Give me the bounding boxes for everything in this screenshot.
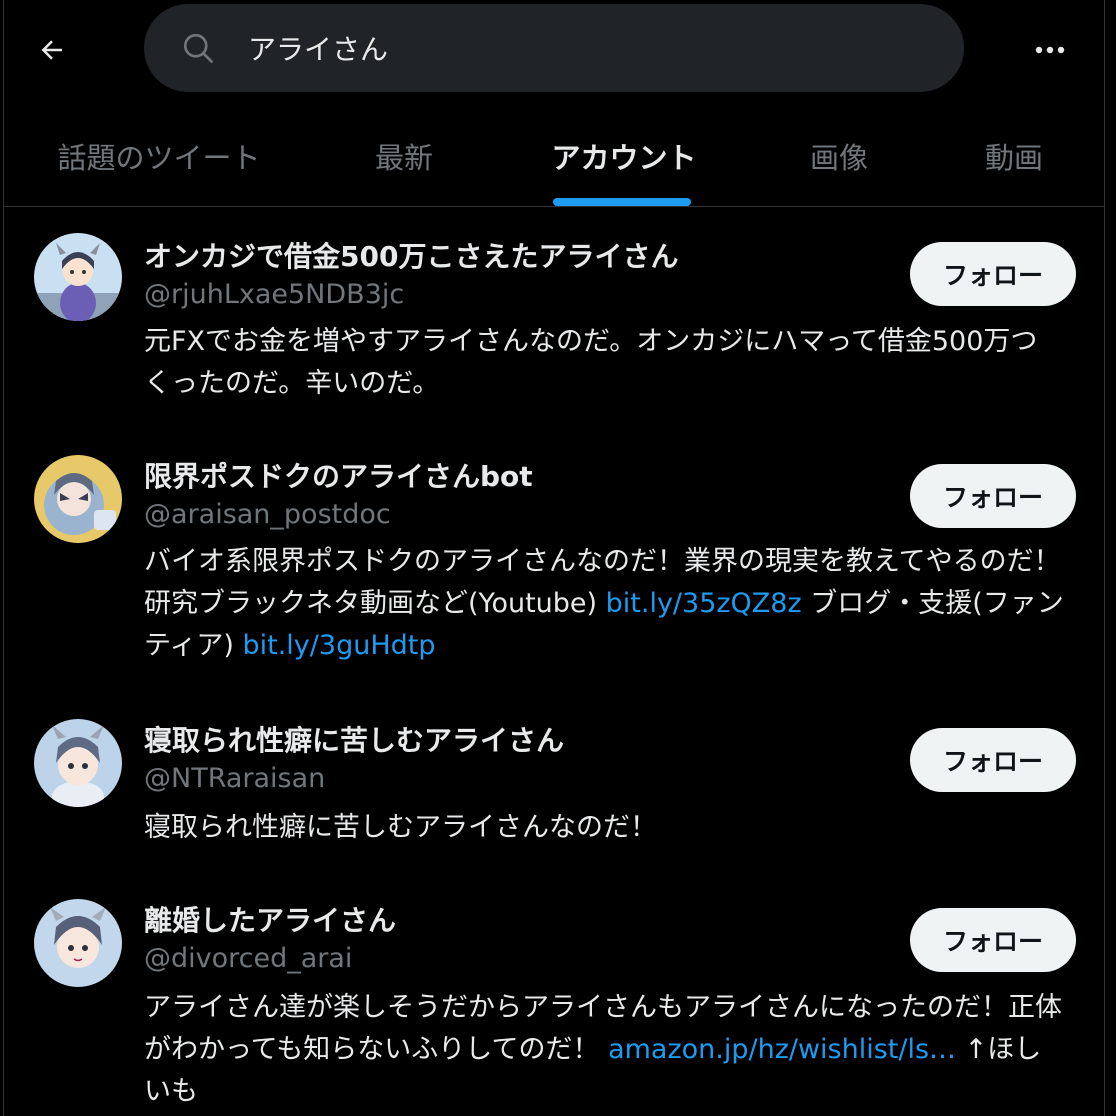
bio-text: 元FXでお金を増やすアライさんなのだ。オンカジにハマって借金500万つくったのだ… <box>144 326 1038 399</box>
arrow-left-icon <box>41 40 62 60</box>
search-input[interactable] <box>248 24 928 72</box>
avatar-image <box>34 899 122 987</box>
frame-border-right <box>1104 0 1105 1116</box>
bio-link[interactable]: bit.ly/3guHdtp <box>243 630 436 661</box>
user-display-name[interactable]: 限界ポスドクのアライさんbot <box>144 455 533 495</box>
follow-button[interactable]: フォロー <box>910 464 1076 528</box>
tab-accounts[interactable]: アカウント <box>524 104 724 207</box>
user-handle: @araisan_postdoc <box>144 499 391 530</box>
user-cell[interactable]: 離婚したアライさん @divorced_arai アライさん達が楽しそうだからア… <box>4 879 1104 1116</box>
user-bio: アライさん達が楽しそうだからアライさんもアライさんになったのだ！正体がわかっても… <box>144 987 1064 1113</box>
avatar[interactable] <box>34 233 122 321</box>
user-display-name[interactable]: 寝取られ性癖に苦しむアライさん <box>144 719 564 759</box>
bio-link[interactable]: bit.ly/35zQZ8z <box>606 588 802 619</box>
tab-top-tweets[interactable]: 話題のツイート <box>24 104 294 207</box>
avatar[interactable] <box>34 719 122 807</box>
back-button[interactable] <box>28 26 76 74</box>
user-display-name[interactable]: 離婚したアライさん <box>144 899 396 939</box>
user-handle: @NTRaraisan <box>144 763 326 794</box>
search-box[interactable] <box>144 4 964 92</box>
avatar[interactable] <box>34 899 122 987</box>
user-handle: @rjuhLxae5NDB3jc <box>144 279 405 310</box>
user-bio: バイオ系限界ポスドクのアライさんなのだ！業界の現実を教えてやるのだ！ 研究ブラッ… <box>144 541 1064 667</box>
avatar-image <box>34 719 122 807</box>
user-cell[interactable]: オンカジで借金500万こさえたアライさん @rjuhLxae5NDB3jc 元F… <box>4 207 1104 427</box>
avatar[interactable] <box>34 455 122 543</box>
follow-button[interactable]: フォロー <box>910 242 1076 306</box>
user-bio: 元FXでお金を増やすアライさんなのだ。オンカジにハマって借金500万つくったのだ… <box>144 321 1064 405</box>
user-handle: @divorced_arai <box>144 943 353 974</box>
search-icon <box>183 33 213 63</box>
avatar-image <box>34 455 122 543</box>
follow-button[interactable]: フォロー <box>910 728 1076 792</box>
follow-button[interactable]: フォロー <box>910 908 1076 972</box>
search-tabs: 話題のツイート 最新 アカウント 画像 動画 <box>4 104 1104 207</box>
user-display-name[interactable]: オンカジで借金500万こさえたアライさん <box>144 235 678 275</box>
avatar-image <box>34 233 122 321</box>
user-bio: 寝取られ性癖に苦しむアライさんなのだ！ <box>144 807 1064 849</box>
bio-text: 寝取られ性癖に苦しむアライさんなのだ！ <box>144 812 657 843</box>
more-options-button[interactable] <box>1026 26 1074 74</box>
user-cell[interactable]: 寝取られ性癖に苦しむアライさん @NTRaraisan 寝取られ性癖に苦しむアラ… <box>4 699 1104 879</box>
user-cell[interactable]: 限界ポスドクのアライさんbot @araisan_postdoc バイオ系限界ポ… <box>4 427 1104 699</box>
tab-images[interactable]: 画像 <box>774 104 904 207</box>
bio-link[interactable]: amazon.jp/hz/wishlist/ls… <box>608 1034 956 1065</box>
more-horizontal-icon <box>1035 46 1065 54</box>
tab-latest[interactable]: 最新 <box>334 104 474 207</box>
active-tab-indicator <box>553 198 691 206</box>
tab-videos[interactable]: 動画 <box>949 104 1079 207</box>
